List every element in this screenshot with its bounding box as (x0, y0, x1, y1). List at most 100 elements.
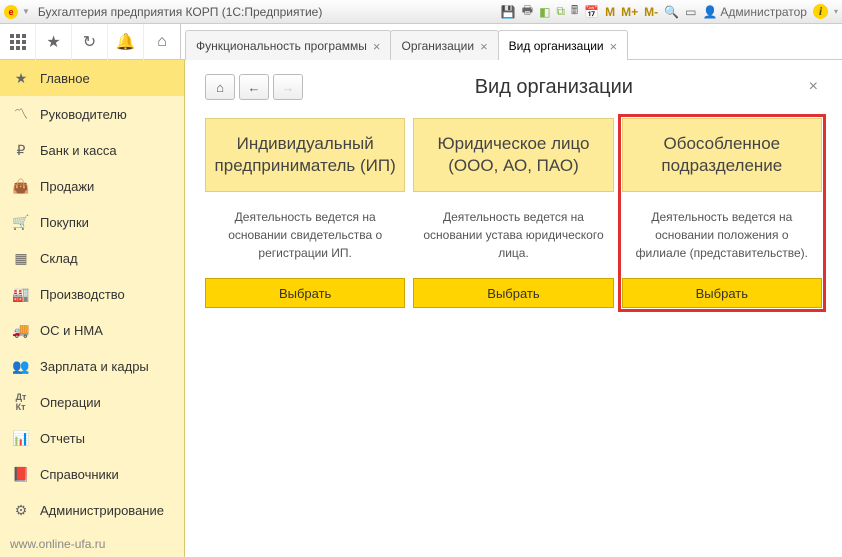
sidebar-item-main[interactable]: ★ Главное (0, 60, 184, 96)
content-close-icon[interactable]: × (805, 78, 822, 96)
sidebar-item-label: ОС и НМА (40, 323, 103, 338)
compare-icon[interactable]: ◧ (539, 5, 550, 19)
sidebar-item-admin[interactable]: ⚙ Администрирование (0, 492, 184, 528)
app-menu-dropdown-icon[interactable]: ▼ (22, 7, 30, 16)
select-button[interactable]: Выбрать (413, 278, 613, 308)
tab-bar: Функциональность программы × Организации… (181, 24, 627, 59)
sidebar-item-purchases[interactable]: 🛒 Покупки (0, 204, 184, 240)
sidebar-item-label: Склад (40, 251, 78, 266)
tab-org-type[interactable]: Вид организации × (498, 30, 629, 60)
sidebar-item-manager[interactable]: 〽Руководителю (0, 96, 184, 132)
sidebar-item-bank[interactable]: ₽ Банк и касса (0, 132, 184, 168)
card-description: Деятельность ведется на основании устава… (413, 192, 613, 278)
org-type-cards: Индивидуальный предприниматель (ИП) Деят… (205, 118, 822, 308)
close-icon[interactable]: × (480, 40, 488, 53)
sidebar-item-label: Зарплата и кадры (40, 359, 149, 374)
card-legal-entity: Юридическое лицо (ООО, АО, ПАО) Деятельн… (413, 118, 613, 308)
sidebar-item-label: Главное (40, 71, 90, 86)
select-button[interactable]: Выбрать (622, 278, 822, 308)
main-toolbar: ★ ↻ 🔔 ⌂ Функциональность программы × Орг… (0, 24, 842, 60)
content-nav: ⌂ ← → (205, 74, 303, 100)
bars-icon: 📊 (12, 429, 30, 447)
nav-back-button[interactable]: ← (239, 74, 269, 100)
tab-organizations[interactable]: Организации × (390, 30, 498, 60)
people-icon: 👥 (12, 357, 30, 375)
sidebar-item-sales[interactable]: 👜 Продажи (0, 168, 184, 204)
sidebar-item-label: Покупки (40, 215, 89, 230)
memory-mplus-icon[interactable]: M+ (621, 5, 638, 19)
bag-icon: 👜 (12, 177, 30, 195)
save-icon[interactable]: 💾 (501, 5, 516, 19)
page-title: Вид организации (303, 76, 805, 99)
tab-label: Функциональность программы (196, 39, 367, 53)
sidebar-item-label: Операции (40, 395, 101, 410)
window-title: Бухгалтерия предприятия КОРП (1С:Предпри… (38, 5, 322, 19)
factory-icon: 🏭 (12, 285, 30, 303)
sidebar-footer: www.online-ufa.ru (0, 531, 184, 557)
memory-mminus-icon[interactable]: M- (644, 5, 658, 19)
user-icon: 👤 (702, 5, 717, 19)
titlebar: e ▼ Бухгалтерия предприятия КОРП (1С:Пре… (0, 0, 842, 24)
close-icon[interactable]: × (610, 40, 618, 53)
sidebar-item-label: Банк и касса (40, 143, 117, 158)
app-body: ★ Главное 〽Руководителю ₽ Банк и касса 👜 Пр… (0, 60, 842, 557)
sidebar-item-label: Администрирование (40, 503, 164, 518)
home-icon[interactable]: ⌂ (144, 24, 180, 60)
notifications-icon[interactable]: 🔔 (108, 24, 144, 60)
tab-label: Вид организации (509, 39, 604, 53)
star-icon: ★ (12, 69, 30, 87)
calendar-icon[interactable]: 📅 (584, 5, 599, 19)
nav-forward-button[interactable]: → (273, 74, 303, 100)
copy-icon[interactable]: ⧉ (556, 4, 565, 19)
card-separate-division: Обособленное подразделение Деятельность … (620, 116, 824, 310)
memory-m-icon[interactable]: M (605, 5, 615, 19)
book-icon: 📕 (12, 465, 30, 483)
user-name: Администратор (720, 5, 807, 19)
user-menu[interactable]: 👤 Администратор (702, 5, 807, 19)
sidebar-item-catalogs[interactable]: 📕 Справочники (0, 456, 184, 492)
sidebar-item-label: Руководителю (40, 107, 127, 122)
card-ip: Индивидуальный предприниматель (ИП) Деят… (205, 118, 405, 308)
info-icon[interactable]: i (813, 4, 828, 19)
nav-home-button[interactable]: ⌂ (205, 74, 235, 100)
sidebar-item-production[interactable]: 🏭 Производство (0, 276, 184, 312)
card-title: Юридическое лицо (ООО, АО, ПАО) (413, 118, 613, 192)
truck-icon: 🚚 (12, 321, 30, 339)
tab-functionality[interactable]: Функциональность программы × (185, 30, 391, 60)
sidebar-item-reports[interactable]: 📊 Отчеты (0, 420, 184, 456)
toolbar-icons: ★ ↻ 🔔 ⌂ (0, 24, 181, 59)
sidebar-item-label: Отчеты (40, 431, 85, 446)
boxes-icon: ▦ (12, 249, 30, 267)
ruble-icon: ₽ (12, 141, 30, 159)
dtkt-icon: ДтКт (12, 393, 30, 411)
sidebar-item-label: Справочники (40, 467, 119, 482)
titlebar-actions: 💾 🖶 ◧ ⧉ 🖩 📅 M M+ M- 🔍 ▭ 👤 Администратор … (501, 1, 838, 22)
sidebar-item-warehouse[interactable]: ▦ Склад (0, 240, 184, 276)
select-button[interactable]: Выбрать (205, 278, 405, 308)
sidebar-item-assets[interactable]: 🚚 ОС и НМА (0, 312, 184, 348)
app-logo-icon: e (4, 5, 18, 19)
calculator-icon[interactable]: 🖩 (571, 1, 578, 22)
gear-icon: ⚙ (12, 501, 30, 519)
window-icon[interactable]: ▭ (685, 5, 696, 19)
sidebar-item-label: Продажи (40, 179, 94, 194)
sidebar-item-operations[interactable]: ДтКт Операции (0, 384, 184, 420)
content-area: ⌂ ← → Вид организации × Индивидуальный п… (185, 60, 842, 557)
card-description: Деятельность ведется на основании положе… (622, 192, 822, 278)
sidebar-item-label: Производство (40, 287, 125, 302)
close-icon[interactable]: × (373, 40, 381, 53)
cart-icon: 🛒 (12, 213, 30, 231)
favorite-icon[interactable]: ★ (36, 24, 72, 60)
info-dropdown-icon[interactable]: ▾ (834, 7, 838, 16)
card-title: Индивидуальный предприниматель (ИП) (205, 118, 405, 192)
zoom-icon[interactable]: 🔍 (664, 5, 679, 19)
print-icon[interactable]: 🖶 (522, 1, 533, 22)
apps-icon[interactable] (0, 24, 36, 60)
content-header: ⌂ ← → Вид организации × (205, 74, 822, 100)
card-description: Деятельность ведется на основании свидет… (205, 192, 405, 278)
history-icon[interactable]: ↻ (72, 24, 108, 60)
tab-label: Организации (401, 39, 474, 53)
card-title: Обособленное подразделение (622, 118, 822, 192)
sidebar-item-payroll[interactable]: 👥 Зарплата и кадры (0, 348, 184, 384)
sidebar: ★ Главное 〽Руководителю ₽ Банк и касса 👜 Пр… (0, 60, 185, 557)
